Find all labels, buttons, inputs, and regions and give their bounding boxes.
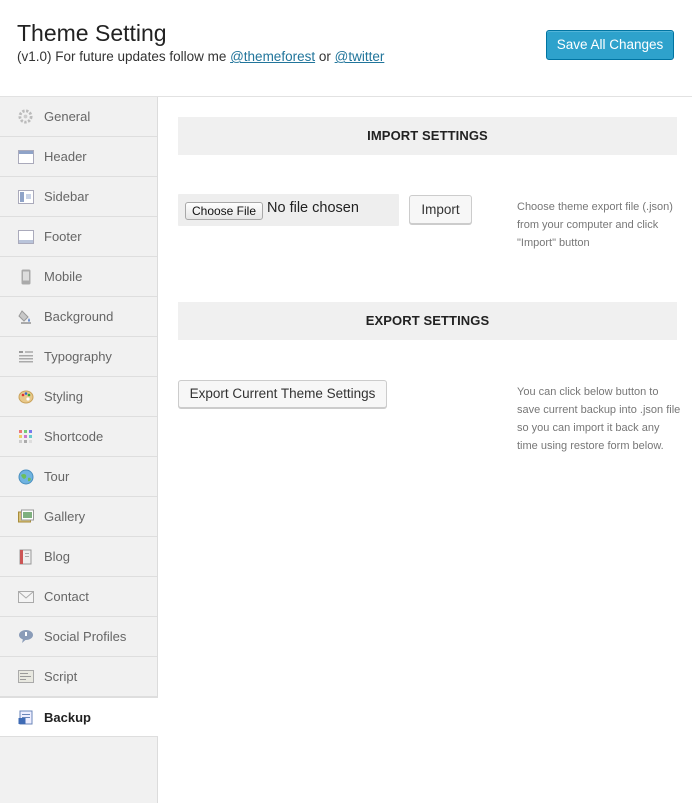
sidebar-item-label: General xyxy=(44,109,91,124)
sidebar-item-blog[interactable]: Blog xyxy=(0,537,157,577)
backup-icon xyxy=(17,709,34,726)
subtitle-prefix: (v1.0) For future updates follow me xyxy=(17,49,231,64)
sidebar-item-label: Backup xyxy=(44,709,91,725)
choose-file-button[interactable]: Choose File xyxy=(185,202,263,220)
sidebar-item-sidebar[interactable]: Sidebar xyxy=(0,177,157,217)
page-title: Theme Setting xyxy=(17,20,167,46)
script-icon xyxy=(17,668,34,685)
sidebar-item-label: Footer xyxy=(44,229,82,244)
footer-layout-icon xyxy=(17,228,34,245)
shortcode-grid-icon xyxy=(17,428,34,445)
sidebar-item-background[interactable]: Background xyxy=(0,297,157,337)
gear-icon xyxy=(17,108,34,125)
sidebar-item-header[interactable]: Header xyxy=(0,137,157,177)
page-subtitle: (v1.0) For future updates follow me @the… xyxy=(17,49,384,64)
sidebar-item-label: Script xyxy=(44,669,78,684)
sidebar: General Header Sidebar Footer Mobile Bac… xyxy=(0,97,158,803)
import-settings-heading: IMPORT SETTINGS xyxy=(178,117,677,155)
sidebar-item-label: Styling xyxy=(44,389,84,404)
file-input[interactable]: Choose File No file chosen xyxy=(178,194,399,226)
sidebar-item-typography[interactable]: Typography xyxy=(0,337,157,377)
palette-icon xyxy=(17,388,34,405)
speech-bubble-icon xyxy=(17,628,34,645)
globe-icon xyxy=(17,468,34,485)
sidebar-item-label: Social Profiles xyxy=(44,629,127,644)
sidebar-item-contact[interactable]: Contact xyxy=(0,577,157,617)
envelope-icon xyxy=(17,588,34,605)
sidebar-item-footer[interactable]: Footer xyxy=(0,217,157,257)
save-all-changes-button[interactable]: Save All Changes xyxy=(546,30,674,60)
paint-bucket-icon xyxy=(17,308,34,325)
sidebar-item-styling[interactable]: Styling xyxy=(0,377,157,417)
sidebar-item-label: Tour xyxy=(44,469,70,484)
sidebar-item-label: Background xyxy=(44,309,114,324)
gallery-icon xyxy=(17,508,34,525)
subtitle-mid: or xyxy=(315,49,335,64)
header-layout-icon xyxy=(17,148,34,165)
export-settings-heading: EXPORT SETTINGS xyxy=(178,302,677,340)
twitter-link[interactable]: @twitter xyxy=(335,49,385,64)
themeforest-link[interactable]: @themeforest xyxy=(230,49,315,64)
sidebar-item-gallery[interactable]: Gallery xyxy=(0,497,157,537)
sidebar-item-shortcode[interactable]: Shortcode xyxy=(0,417,157,457)
page-header: Theme Setting (v1.0) For future updates … xyxy=(0,0,692,97)
sidebar-item-label: Blog xyxy=(44,549,71,564)
sidebar-item-script[interactable]: Script xyxy=(0,657,157,697)
sidebar-item-general[interactable]: General xyxy=(0,97,157,137)
sidebar-item-label: Shortcode xyxy=(44,429,104,444)
sidebar-item-social-profiles[interactable]: Social Profiles xyxy=(0,617,157,657)
book-icon xyxy=(17,548,34,565)
sidebar-item-label: Sidebar xyxy=(44,189,89,204)
sidebar-item-backup[interactable]: Backup xyxy=(0,697,158,737)
no-file-chosen-text: No file chosen xyxy=(267,200,359,216)
sidebar-layout-icon xyxy=(17,188,34,205)
sidebar-item-tour[interactable]: Tour xyxy=(0,457,157,497)
sidebar-item-label: Typography xyxy=(44,349,112,364)
export-current-theme-settings-button[interactable]: Export Current Theme Settings xyxy=(178,380,387,408)
sidebar-item-label: Header xyxy=(44,149,87,164)
typography-icon xyxy=(17,348,34,365)
sidebar-item-label: Mobile xyxy=(44,269,83,284)
import-help-text: Choose theme export file (.json) from yo… xyxy=(517,201,673,249)
export-help-text: You can click below button to save curre… xyxy=(517,386,681,452)
mobile-icon xyxy=(17,268,34,285)
sidebar-item-label: Contact xyxy=(44,589,89,604)
sidebar-item-label: Gallery xyxy=(44,509,86,524)
import-button[interactable]: Import xyxy=(409,195,472,224)
sidebar-item-mobile[interactable]: Mobile xyxy=(0,257,157,297)
